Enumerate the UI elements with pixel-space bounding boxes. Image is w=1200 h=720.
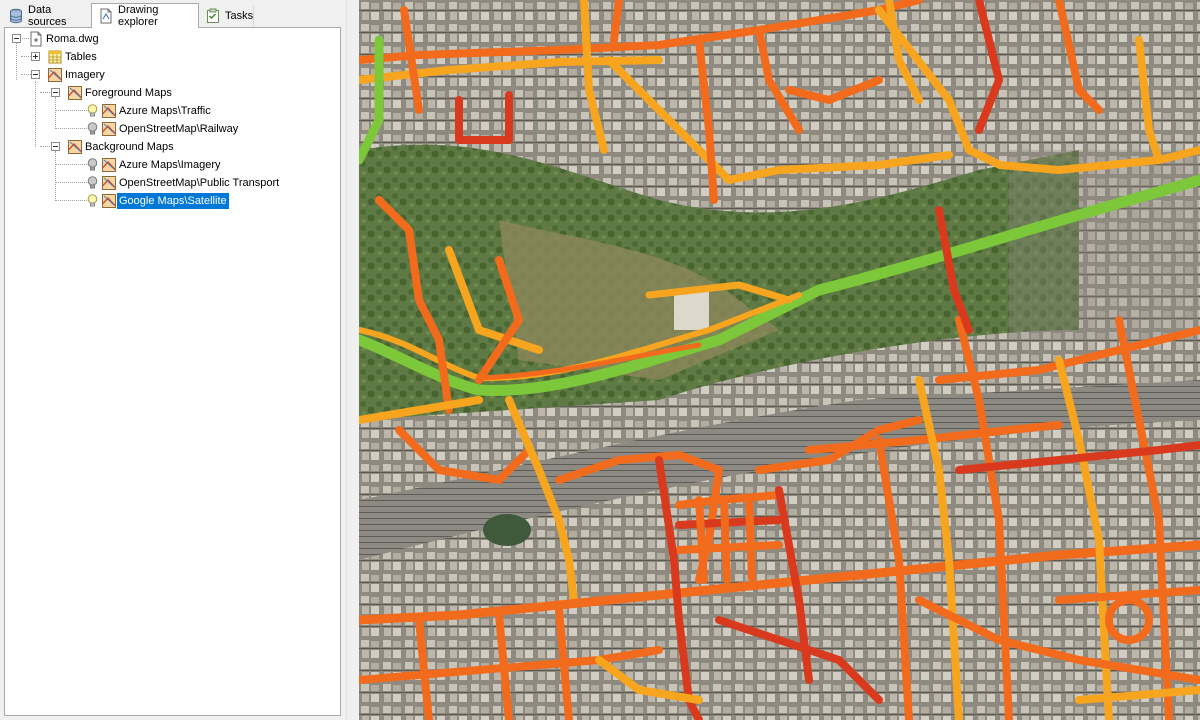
database-icon — [10, 8, 22, 24]
map-layer-icon — [48, 68, 62, 82]
tree-node-label: Tables — [65, 51, 97, 63]
map-layer-icon — [68, 140, 82, 154]
panel-splitter[interactable] — [346, 0, 359, 720]
expander-foreground-maps[interactable] — [51, 88, 60, 97]
lightbulb-off-icon[interactable] — [87, 158, 98, 172]
layer-tree: Roma.dwg Tables Imagery Foreground Maps … — [4, 27, 341, 716]
drawing-file-icon — [30, 31, 42, 47]
tree-node-label: OpenStreetMap\Public Transport — [119, 177, 280, 189]
tasks-icon — [207, 8, 219, 23]
tab-data-sources[interactable]: Data sources — [2, 4, 92, 28]
tree-node-label: Background Maps — [85, 141, 174, 153]
lightbulb-off-icon[interactable] — [87, 176, 98, 190]
expander-imagery[interactable] — [31, 70, 40, 79]
lightbulb-off-icon[interactable] — [87, 122, 98, 136]
tab-drawing-explorer[interactable]: Drawing explorer — [91, 3, 199, 28]
panel-tabstrip: Data sources Drawing explorer Tasks — [0, 0, 346, 28]
tree-node-label-selected: Google Maps\Satellite — [117, 193, 229, 209]
tree-node-osm-railway[interactable]: OpenStreetMap\Railway — [87, 120, 240, 138]
tree-node-label: Foreground Maps — [85, 87, 172, 99]
tree-node-label: OpenStreetMap\Railway — [119, 123, 239, 135]
map-view[interactable] — [359, 0, 1200, 720]
map-layer-icon — [102, 194, 116, 208]
tree-node-background-maps[interactable]: Background Maps — [67, 138, 176, 156]
tab-tasks[interactable]: Tasks — [199, 6, 254, 26]
tree-node-foreground-maps[interactable]: Foreground Maps — [67, 84, 174, 102]
tree-node-label: Imagery — [65, 69, 105, 81]
tree-node-label: Azure Maps\Imagery — [119, 159, 221, 171]
tree-node-google-satellite[interactable]: Google Maps\Satellite — [87, 192, 229, 210]
tab-label: Data sources — [28, 4, 67, 28]
lightbulb-on-icon[interactable] — [87, 104, 98, 118]
tree-node-label: Roma.dwg — [46, 33, 99, 45]
map-layer-icon — [102, 176, 116, 190]
map-layer-icon — [102, 104, 116, 118]
tree-node-osm-public-transport[interactable]: OpenStreetMap\Public Transport — [87, 174, 281, 192]
expander-tables[interactable] — [31, 52, 40, 61]
tab-label: Drawing explorer — [118, 4, 159, 28]
expander-root[interactable] — [12, 34, 21, 43]
lightbulb-on-icon[interactable] — [87, 194, 98, 208]
map-layer-icon — [102, 158, 116, 172]
tree-node-label: Azure Maps\Traffic — [119, 105, 211, 117]
table-icon — [48, 50, 62, 64]
tab-label: Tasks — [225, 10, 254, 22]
map-layer-icon — [102, 122, 116, 136]
tree-node-azure-imagery[interactable]: Azure Maps\Imagery — [87, 156, 222, 174]
map-layer-icon — [68, 86, 82, 100]
expander-background-maps[interactable] — [51, 142, 60, 151]
drawing-explorer-panel: Data sources Drawing explorer Tasks Roma… — [0, 0, 346, 720]
tree-node-tables[interactable]: Tables — [47, 48, 99, 66]
drawing-icon — [100, 8, 112, 24]
tree-node-root[interactable]: Roma.dwg — [28, 30, 101, 48]
tree-node-azure-traffic[interactable]: Azure Maps\Traffic — [87, 102, 213, 120]
satellite-map — [359, 0, 1200, 720]
tree-node-imagery[interactable]: Imagery — [47, 66, 107, 84]
